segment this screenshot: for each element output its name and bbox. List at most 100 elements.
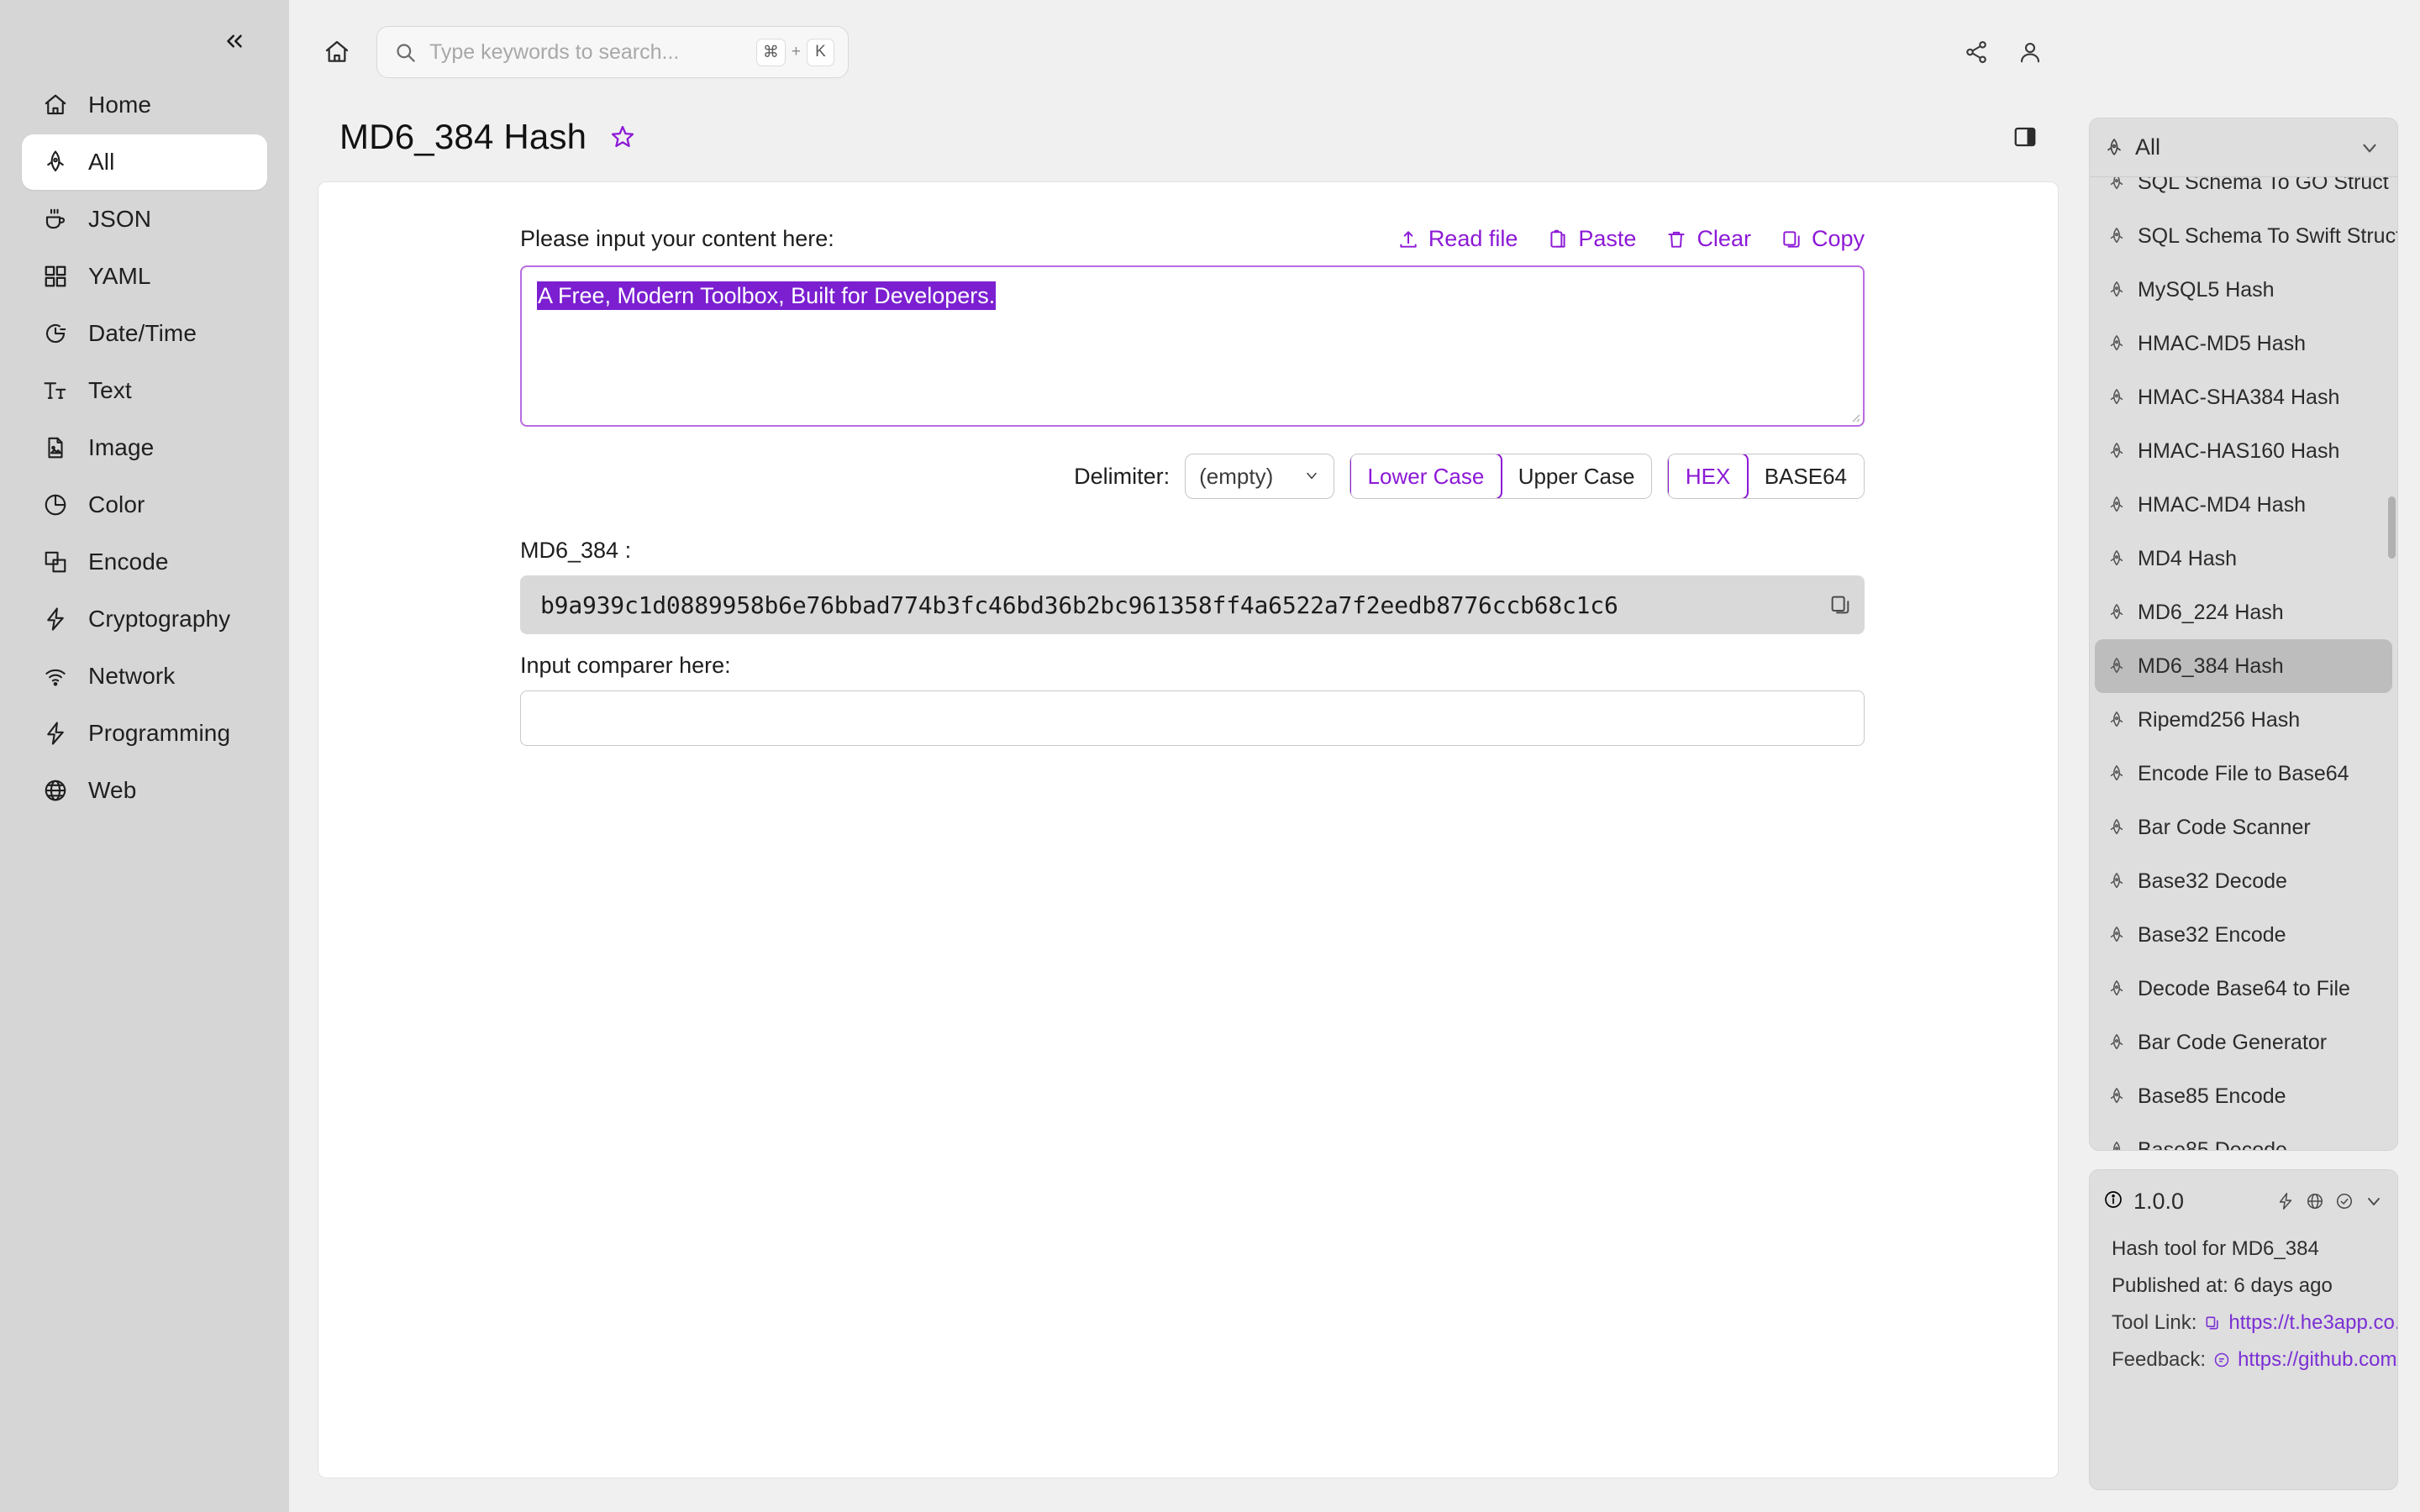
home-icon	[40, 90, 71, 120]
tool-list-scrollbar[interactable]	[2388, 496, 2396, 559]
read-file-button[interactable]: Read file	[1397, 226, 1518, 252]
sidebar-item-json[interactable]: JSON	[22, 192, 267, 247]
globe-icon	[40, 775, 71, 806]
sidebar-collapse-row	[0, 15, 289, 67]
tool-list-item-label: Base85 Decode	[2138, 1137, 2287, 1151]
base64-button[interactable]: BASE64	[1747, 454, 1864, 498]
rocket-icon	[2107, 602, 2127, 622]
rocket-icon	[2107, 333, 2127, 354]
star-outline-icon[interactable]	[605, 119, 640, 155]
sidebar-item-all[interactable]: All	[22, 134, 267, 190]
rocket-icon	[2107, 280, 2127, 300]
tool-list-item[interactable]: SQL Schema To GO Struct	[2095, 177, 2392, 209]
tool-list-item[interactable]: Ripemd256 Hash	[2095, 693, 2392, 747]
resize-grip-icon[interactable]	[1849, 411, 1860, 423]
content-textarea[interactable]: A Free, Modern Toolbox, Built for Develo…	[520, 265, 1865, 427]
clear-button[interactable]: Clear	[1665, 226, 1751, 252]
tool-list-item-label: Ripemd256 Hash	[2138, 707, 2301, 732]
upper-case-button[interactable]: Upper Case	[1501, 454, 1652, 498]
tool-list-item[interactable]: HMAC-MD4 Hash	[2095, 478, 2392, 532]
clipboard-icon	[1546, 228, 1570, 251]
tool-list-item[interactable]: SQL Schema To Swift Struct	[2095, 209, 2397, 263]
comparer-input-wrap[interactable]	[520, 690, 1865, 746]
chevron-down-icon[interactable]	[2357, 135, 2382, 160]
input-label-row: Please input your content here: Read fil…	[520, 226, 1865, 252]
tool-list-item[interactable]: MD6_224 Hash	[2095, 585, 2392, 639]
tool-list-item[interactable]: Encode File to Base64	[2095, 747, 2392, 801]
home-button[interactable]	[313, 28, 361, 76]
copy-icon[interactable]	[1826, 591, 1854, 619]
sidebar-item-text[interactable]: Text	[22, 363, 267, 418]
share-icon[interactable]	[1953, 29, 2000, 76]
sidebar-item-encode[interactable]: Encode	[22, 534, 267, 590]
tool-list-item[interactable]: MySQL5 Hash	[2095, 263, 2392, 317]
sidebar-item-color[interactable]: Color	[22, 477, 267, 533]
tool-list-item[interactable]: MD4 Hash	[2095, 532, 2392, 585]
tool-list-item-label: Base32 Encode	[2138, 922, 2286, 947]
sidebar-item-network[interactable]: Network	[22, 648, 267, 704]
hex-button[interactable]: HEX	[1668, 454, 1749, 498]
sidebar-item-programming[interactable]: Programming	[22, 706, 267, 761]
rocket-icon	[2107, 549, 2127, 569]
layers-icon	[40, 547, 71, 577]
tool-list-item-label: HMAC-MD5 Hash	[2138, 331, 2307, 355]
tool-list-item[interactable]: Bar Code Scanner	[2095, 801, 2392, 854]
delimiter-select[interactable]: (empty)	[1185, 454, 1335, 499]
panel-right-icon[interactable]	[2005, 117, 2045, 157]
tool-list-item-label: HMAC-SHA384 Hash	[2138, 385, 2340, 409]
sidebar-item-label: Image	[88, 434, 155, 460]
chevrons-left-icon[interactable]	[215, 22, 254, 60]
lower-case-button[interactable]: Lower Case	[1350, 454, 1503, 498]
tool-list-item-label: Encode File to Base64	[2138, 761, 2349, 785]
tool-filter-header[interactable]: All	[2090, 118, 2397, 177]
tool-list-item-label: Base32 Decode	[2138, 869, 2287, 893]
tool-list-item[interactable]: MD6_384 Hash	[2095, 639, 2392, 693]
tool-list-item[interactable]: Base85 Decode	[2095, 1123, 2392, 1150]
feedback-link-text: https://github.com/...	[2238, 1348, 2397, 1371]
lightning-icon[interactable]	[2275, 1191, 2296, 1211]
tool-list-item[interactable]: Base85 Encode	[2095, 1069, 2392, 1123]
tool-list-item[interactable]: Decode Base64 to File	[2095, 962, 2392, 1016]
check-circle-icon[interactable]	[2334, 1191, 2354, 1211]
tool-list-item[interactable]: Bar Code Generator	[2095, 1016, 2392, 1069]
tool-list-item-label: MD6_224 Hash	[2138, 600, 2284, 624]
page-title: MD6_384 Hash	[339, 117, 587, 156]
tool-list-item-label: Bar Code Scanner	[2138, 815, 2311, 839]
tool-list-item[interactable]: Base32 Encode	[2095, 908, 2392, 962]
comparer-input[interactable]	[521, 691, 1864, 745]
sidebar-item-label: Web	[88, 777, 137, 803]
tool-list-card: All SQL Schema To GO Struct SQL Schema To…	[2089, 118, 2398, 1151]
sidebar-item-label: Color	[88, 491, 145, 517]
tool-list-item[interactable]: Base32 Decode	[2095, 854, 2392, 908]
sidebar-item-yaml[interactable]: YAML	[22, 249, 267, 304]
sidebar-item-web[interactable]: Web	[22, 763, 267, 818]
sidebar-item-image[interactable]: Image	[22, 420, 267, 475]
tool-info-card: 1.0.0 Hash tool for MD6_384 Published at…	[2089, 1169, 2398, 1490]
rocket-icon	[2107, 710, 2127, 730]
tool-list[interactable]: SQL Schema To GO Struct SQL Schema To Swi…	[2090, 177, 2397, 1150]
feedback-link[interactable]: https://github.com/...	[2212, 1348, 2397, 1372]
kbd-cmd: ⌘	[755, 38, 786, 66]
tool-list-item[interactable]: HMAC-SHA384 Hash	[2095, 370, 2392, 424]
sidebar-item-datetime[interactable]: Date/Time	[22, 306, 267, 361]
sidebar-item-cryptography[interactable]: Cryptography	[22, 591, 267, 647]
search-box[interactable]: ⌘ + K	[376, 26, 849, 78]
chevron-down-icon[interactable]	[2364, 1191, 2384, 1211]
rocket-icon	[2103, 137, 2125, 159]
tool-inner: Please input your content here: Read fil…	[520, 226, 1865, 746]
output-label: MD6_384 :	[520, 538, 632, 563]
info-description: Hash tool for MD6_384	[2112, 1237, 2319, 1260]
tool-list-item[interactable]: HMAC-MD5 Hash	[2095, 317, 2392, 370]
tool-link[interactable]: https://t.he3app.co...	[2203, 1311, 2397, 1335]
globe-icon[interactable]	[2305, 1191, 2325, 1211]
sidebar-item-home[interactable]: Home	[22, 77, 267, 133]
kbd-k: K	[807, 38, 834, 66]
tool-list-item[interactable]: HMAC-HAS160 Hash	[2095, 424, 2392, 478]
user-icon[interactable]	[2007, 29, 2054, 76]
rocket-icon	[2107, 1086, 2127, 1106]
paste-button[interactable]: Paste	[1546, 226, 1636, 252]
copy-button[interactable]: Copy	[1780, 226, 1865, 252]
options-row: Delimiter: (empty) Lower Case Upper Case	[520, 454, 1865, 499]
search-input[interactable]	[429, 39, 756, 65]
output-value: b9a939c1d0889958b6e76bbad774b3fc46bd36b2…	[540, 591, 1618, 619]
